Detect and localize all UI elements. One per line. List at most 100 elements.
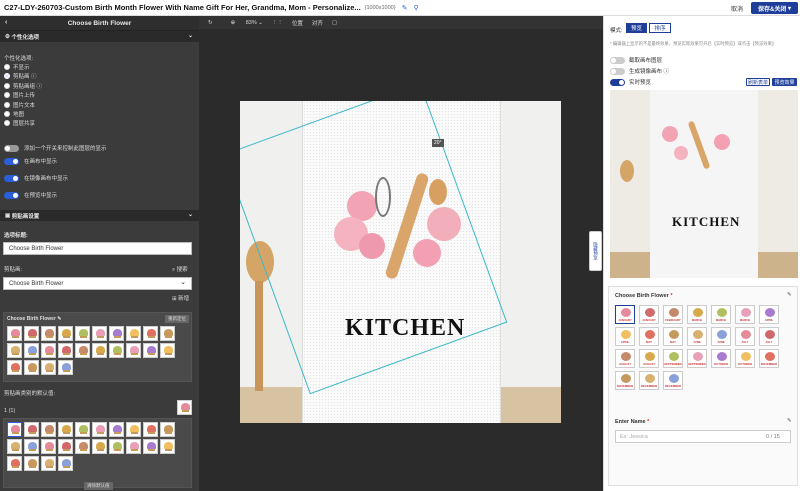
save-close-button[interactable]: 保存&关闭 ▾ [751,2,798,14]
clipart-thumbnail[interactable] [58,439,73,454]
tab-sort[interactable]: 排序 [649,23,671,33]
radio-button[interactable] [4,82,10,89]
month-flower-option[interactable]: NOVEMBER [615,370,635,390]
toggle-live-preview[interactable]: 实时预览 [610,78,651,86]
radio-button[interactable] [4,92,10,99]
edit-icon[interactable]: ✎ [787,292,792,298]
preview-effect-button[interactable]: 预览效果 [772,78,797,86]
position-button[interactable]: 位置 [292,19,303,27]
option-radio[interactable]: 剪贴画组 ⓘ [4,82,42,90]
month-flower-option[interactable]: MAY [639,326,659,346]
side-tab[interactable] [603,231,604,271]
clipart-thumbnail[interactable] [160,326,175,341]
clipart-thumbnail[interactable] [143,343,158,358]
month-flower-option[interactable]: JUNE [687,326,707,346]
month-flower-option[interactable]: MARCH [687,304,707,324]
month-flower-option[interactable]: AUGUST [639,348,659,368]
clipart-thumbnail[interactable] [24,422,39,437]
month-flower-option[interactable]: DECEMBER [663,370,683,390]
clipart-select[interactable]: Choose Birth Flower [3,277,192,290]
zoom-control[interactable]: ⊕ 83% ⌄ [222,20,263,26]
clipart-thumbnail[interactable] [75,439,90,454]
clipart-thumbnail[interactable] [92,422,107,437]
clipart-thumbnail[interactable] [143,326,158,341]
option-title-input[interactable]: Choose Birth Flower [3,242,192,255]
clipart-thumbnail[interactable] [126,439,141,454]
clipart-thumbnail[interactable] [58,360,73,375]
switch[interactable] [610,67,625,75]
toggle-display-switch[interactable]: 添加一个开关来控制此图层的显示 [4,144,107,152]
clipart-thumbnail[interactable] [41,439,56,454]
name-input[interactable]: Ex: Jessica 0 / 15 [615,430,791,443]
clipart-thumbnail[interactable] [92,343,107,358]
clipart-thumbnail[interactable] [109,422,124,437]
clipart-thumbnail[interactable] [126,343,141,358]
frame-icon[interactable]: ▢ [332,20,337,26]
switch[interactable] [4,191,19,199]
clipart-thumbnail[interactable] [143,439,158,454]
add-button[interactable]: ⊞ 新增 [172,294,189,302]
clipart-thumbnail[interactable] [126,326,141,341]
switch[interactable] [4,144,19,152]
clipart-thumbnail[interactable] [58,343,73,358]
clipart-thumbnail[interactable] [75,422,90,437]
clipart-thumbnail[interactable] [24,456,39,471]
section-personalization[interactable]: ⚙ 个性化选项 ⌄ [0,31,199,42]
radio-button[interactable] [4,111,10,117]
month-flower-option[interactable]: SEPTEMBER [663,348,683,368]
search-button[interactable]: ⌕ 搜索 [172,265,188,274]
toggle-show-canvas[interactable]: 在画布中显示 [4,157,57,165]
clipart-thumbnail[interactable] [7,360,22,375]
reposition-button[interactable]: 重新定位 [165,315,189,323]
edit-icon[interactable]: ✎ [402,4,408,12]
toggle-show-preview[interactable]: 在预览中显示 [4,191,57,199]
switch[interactable] [610,56,625,64]
toggle-show-mirror[interactable]: 在镜像画布中显示 [4,174,68,182]
align-button[interactable]: 对齐 [312,19,323,27]
clipart-thumbnail[interactable] [7,439,22,454]
clipart-thumbnail[interactable] [58,326,73,341]
option-radio[interactable]: 图片文本 [4,101,35,109]
edit-icon[interactable]: ✎ [787,418,792,424]
section-clipart-settings[interactable]: ▣ 剪贴画设置 ⌄ [0,210,199,221]
clipart-thumbnail[interactable] [160,422,175,437]
design-canvas[interactable]: ↻ ⊕ 83% ⌄ ⋮⋮ 位置 对齐 ▢ KITCHEN 20° [199,16,603,491]
refresh-form-button[interactable]: 刷新表单 [746,78,770,86]
month-flower-option[interactable]: JANUARY [639,304,659,324]
hide-preview-tab[interactable]: 隐藏预览 [589,231,602,271]
month-flower-option[interactable]: FEBRUARY [663,304,683,324]
edit-icon[interactable]: ✎ [57,316,61,322]
clipart-thumbnail[interactable] [41,456,56,471]
clipart-thumbnail[interactable] [24,360,39,375]
clipart-thumbnail[interactable] [92,326,107,341]
month-flower-option[interactable]: AUGUST [615,348,635,368]
rotate-icon[interactable]: ↻ [208,20,213,26]
clipart-thumbnail[interactable] [24,439,39,454]
switch[interactable] [4,174,19,182]
clipart-thumbnail[interactable] [58,456,73,471]
back-icon[interactable]: ‹ [5,19,7,26]
option-radio[interactable]: 地图 [4,110,24,118]
radio-button[interactable] [4,73,10,80]
month-flower-option[interactable]: NOVEMBER [759,348,779,368]
option-radio[interactable]: 不显示 [4,63,30,71]
month-flower-option[interactable]: MARCH [711,304,731,324]
radio-button[interactable] [4,64,10,70]
clipart-thumbnail[interactable] [41,343,56,358]
month-flower-option[interactable]: APRIL [615,326,635,346]
clipart-thumbnail[interactable] [58,422,73,437]
month-flower-option[interactable]: MAY [663,326,683,346]
link-icon[interactable]: ⚲ [413,4,418,12]
month-flower-option[interactable]: OCTOBER [735,348,755,368]
switch[interactable] [610,78,625,86]
clipart-thumbnail[interactable] [75,326,90,341]
switch[interactable] [4,157,19,165]
clipart-thumbnail[interactable] [24,343,39,358]
tab-preview[interactable]: 预览 [626,23,647,33]
clipart-thumbnail[interactable] [75,343,90,358]
month-flower-option[interactable]: APRIL [759,304,779,324]
month-flower-option[interactable]: DECEMBER [639,370,659,390]
month-flower-option[interactable]: JUNE [711,326,731,346]
month-flower-option[interactable]: JULY [735,326,755,346]
clipart-thumbnail[interactable] [143,422,158,437]
